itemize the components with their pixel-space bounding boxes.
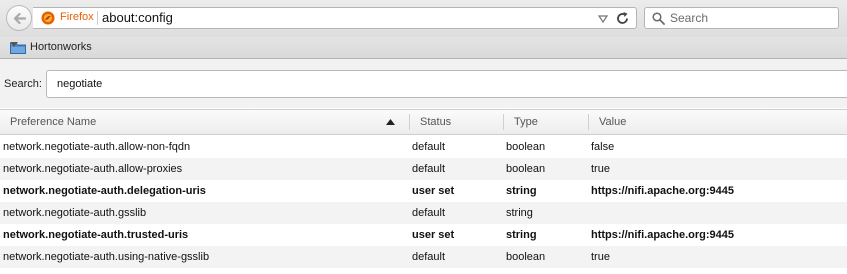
config-search-input[interactable]: negotiate: [46, 70, 847, 98]
pref-value: true: [591, 163, 610, 175]
reload-icon[interactable]: [615, 11, 630, 26]
pref-name: network.negotiate-auth.allow-non-fqdn: [3, 141, 191, 153]
pref-type: string: [506, 207, 533, 219]
table-row[interactable]: network.negotiate-auth.allow-proxies def…: [0, 158, 847, 180]
table-row[interactable]: network.negotiate-auth.using-native-gssl…: [0, 246, 847, 268]
table-row[interactable]: network.negotiate-auth.allow-non-fqdn de…: [0, 136, 847, 158]
column-header-status[interactable]: Status: [420, 110, 451, 134]
back-button[interactable]: [6, 5, 32, 31]
pref-status: default: [412, 141, 446, 153]
table-row[interactable]: network.negotiate-auth.delegation-uris u…: [0, 180, 847, 202]
identity-label[interactable]: Firefox: [60, 11, 94, 23]
pref-value: https://nifi.apache.org:9445: [591, 185, 735, 197]
config-search-row: Search: negotiate: [0, 59, 847, 108]
navigation-toolbar: Firefox about:config Search: [0, 0, 847, 37]
pref-name: network.negotiate-auth.using-native-gssl…: [3, 251, 210, 263]
pref-status: default: [412, 163, 446, 175]
pref-type: boolean: [506, 163, 546, 175]
column-divider[interactable]: [503, 114, 504, 130]
pref-status: default: [412, 207, 446, 219]
web-search-input[interactable]: Search: [644, 7, 839, 29]
pref-name: network.negotiate-auth.trusted-uris: [3, 229, 189, 241]
history-dropdown-icon[interactable]: [598, 15, 608, 23]
pref-status: user set: [412, 185, 455, 197]
search-label: Search:: [4, 78, 42, 90]
table-header: Preference Name Status Type Value: [0, 109, 847, 135]
preferences-table: Preference Name Status Type Value networ…: [0, 109, 847, 274]
pref-type: boolean: [506, 251, 546, 263]
url-text[interactable]: about:config: [102, 10, 173, 25]
sort-ascending-icon[interactable]: [386, 119, 395, 125]
column-header-type[interactable]: Type: [514, 110, 538, 134]
pref-value: false: [591, 141, 615, 153]
pref-value: https://nifi.apache.org:9445: [591, 229, 735, 241]
bookmarks-toolbar: Hortonworks: [0, 37, 847, 59]
pref-status: user set: [412, 229, 455, 241]
bookmark-folder-label: Hortonworks: [30, 41, 92, 53]
column-divider[interactable]: [588, 114, 589, 130]
pref-name: network.negotiate-auth.delegation-uris: [3, 185, 206, 197]
column-divider[interactable]: [409, 114, 410, 130]
config-search-value: negotiate: [57, 78, 103, 90]
column-header-value[interactable]: Value: [599, 110, 626, 134]
pref-type: string: [506, 229, 537, 241]
column-header-name[interactable]: Preference Name: [10, 110, 96, 134]
chevron-down-icon: [10, 42, 18, 47]
pref-type: string: [506, 185, 537, 197]
table-row[interactable]: network.negotiate-auth.trusted-uris user…: [0, 224, 847, 246]
firefox-logo-icon: [41, 11, 55, 25]
magnifier-icon: [652, 12, 665, 25]
pref-value: true: [591, 251, 610, 263]
pref-type: boolean: [506, 141, 546, 153]
url-bar[interactable]: Firefox about:config: [33, 7, 637, 29]
back-arrow-icon: [13, 12, 26, 25]
pref-name: network.negotiate-auth.gsslib: [3, 207, 147, 219]
search-placeholder: Search: [670, 11, 709, 25]
url-divider: [97, 11, 98, 25]
pref-status: default: [412, 251, 446, 263]
table-row[interactable]: network.negotiate-auth.gsslib default st…: [0, 202, 847, 224]
pref-name: network.negotiate-auth.allow-proxies: [3, 163, 183, 175]
